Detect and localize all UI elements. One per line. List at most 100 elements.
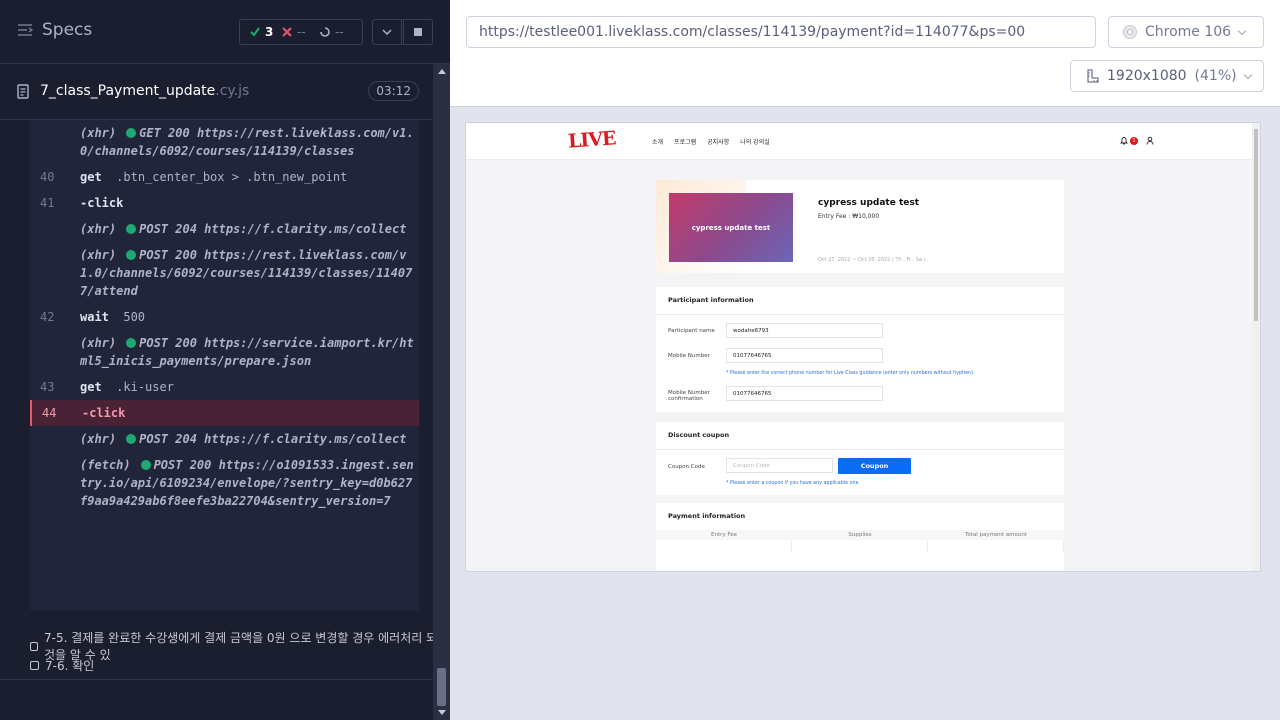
request-type: (xhr) xyxy=(80,248,117,262)
aut-header: https://testlee001.liveklass.com/classes… xyxy=(450,0,1280,107)
user-icon[interactable] xyxy=(1146,136,1154,145)
reporter-header: Specs 3 -- -- xyxy=(0,0,450,64)
ruler-icon xyxy=(1087,69,1099,83)
passed-count: 3 xyxy=(265,25,274,39)
request-type: (xhr) xyxy=(80,336,117,350)
class-date: Oct 27, 2022 ~ Oct 28, 2022 ( Th , Fr , … xyxy=(818,257,926,263)
failed-count: -- xyxy=(297,25,306,39)
command-name: -click xyxy=(80,196,124,210)
iframe-scrollbar[interactable] xyxy=(1252,123,1260,571)
command-log: (xhr) GET 200 https://rest.liveklass.com/… xyxy=(30,120,419,610)
divider xyxy=(0,679,433,680)
request-type: (xhr) xyxy=(80,126,117,140)
command-name: wait xyxy=(80,310,109,324)
checkbox-icon xyxy=(30,641,38,651)
pending-count: -- xyxy=(335,25,344,39)
stop-button[interactable] xyxy=(403,19,433,45)
command-number: 42 xyxy=(40,310,55,324)
request-method: POST 204 xyxy=(139,222,197,236)
scroll-down-arrow-icon[interactable] xyxy=(438,710,446,715)
class-fee: Entry Fee : ₩10,000 xyxy=(818,213,880,220)
command-log-row[interactable]: 42 wait 500 xyxy=(30,304,419,330)
command-number: 41 xyxy=(40,196,55,210)
mobile-confirm-label: Mobile Number confirmation xyxy=(668,390,710,402)
mobile-number-label: Mobile Number xyxy=(668,353,710,359)
command-log-network-row[interactable]: (fetch) POST 200 https://o1091533.ingest.… xyxy=(30,452,419,514)
column-entry-fee: Entry Fee xyxy=(710,532,737,538)
spec-file-header: 7_class_Payment_update.cy.js 03:12 xyxy=(0,64,433,120)
participant-section: Participant information Participant name… xyxy=(656,287,1064,412)
command-number: 40 xyxy=(40,170,55,184)
coupon-button[interactable]: Coupon xyxy=(838,458,911,474)
status-dot-icon xyxy=(126,338,137,348)
request-url: https://f.clarity.ms/collect xyxy=(204,222,407,236)
command-log-network-row[interactable]: (xhr) POST 200 https://rest.liveklass.com… xyxy=(30,242,419,304)
scrollbar-thumb[interactable] xyxy=(437,668,446,706)
command-log-row[interactable]: 41 -click xyxy=(30,190,419,216)
chevron-down-icon xyxy=(1243,70,1252,79)
request-type: (xhr) xyxy=(80,222,117,236)
nav-link-programs[interactable]: 프로그램 xyxy=(674,137,696,146)
command-name: -click xyxy=(82,406,126,420)
participant-name-input[interactable]: wodahe6793 xyxy=(726,323,883,338)
passed-stat: 3 xyxy=(240,20,282,44)
command-log-network-row[interactable]: (xhr) POST 204 https://f.clarity.ms/colle… xyxy=(30,216,419,242)
document-icon xyxy=(17,84,29,99)
command-log-network-row[interactable]: (xhr) POST 200 https://service.iamport.kr… xyxy=(30,330,419,374)
divider xyxy=(656,449,1064,450)
class-title: cypress update test xyxy=(818,198,920,208)
browser-selector[interactable]: Chrome 106 xyxy=(1108,16,1264,48)
site-logo[interactable]: LIVE xyxy=(567,127,616,152)
nav-link-notices[interactable]: 공지사항 xyxy=(707,137,729,146)
payment-section: Payment information Entry Fee Supplies T… xyxy=(656,503,1064,571)
request-method: POST 204 xyxy=(139,432,197,446)
cypress-reporter: Specs 3 -- -- 7_class_Payment_update.cy.… xyxy=(0,0,450,720)
spec-file-basename: 7_class_Payment_update xyxy=(40,83,216,99)
url-bar[interactable]: https://testlee001.liveklass.com/classes… xyxy=(466,16,1096,48)
divider xyxy=(656,314,1064,315)
command-number: 43 xyxy=(40,380,55,394)
coupon-code-input[interactable]: Coupon Code xyxy=(726,458,833,473)
command-log-row[interactable]: 43 get .ki-user xyxy=(30,374,419,400)
section-title: Participant information xyxy=(668,296,754,304)
cell-entry-fee xyxy=(656,540,792,552)
request-type: (xhr) xyxy=(80,432,117,446)
payment-table-header: Entry Fee Supplies Total payment amount xyxy=(656,530,1064,540)
coupon-code-label: Coupon Code xyxy=(668,464,705,470)
section-title: Payment information xyxy=(668,512,746,520)
checkbox-icon xyxy=(30,661,39,670)
command-log-row[interactable]: 40 get .btn_center_box > .btn_new_point xyxy=(30,164,419,190)
spec-file-name[interactable]: 7_class_Payment_update.cy.js xyxy=(40,83,249,99)
thumbnail-text: cypress update test xyxy=(691,223,771,232)
nav-link-my-classroom[interactable]: 나의 강의실 xyxy=(740,137,770,146)
specs-toggle[interactable]: Specs xyxy=(17,20,92,40)
chrome-icon xyxy=(1123,25,1137,39)
scroll-up-arrow-icon[interactable] xyxy=(438,69,446,74)
test-item-7-6[interactable]: 7-6. 확인 xyxy=(30,657,94,674)
cell-supplies xyxy=(792,540,928,552)
scrollbar-thumb[interactable] xyxy=(1254,129,1258,321)
request-method: POST 200 xyxy=(153,458,212,472)
stop-icon xyxy=(414,28,422,36)
command-number: 44 xyxy=(42,406,57,420)
options-dropdown-button[interactable] xyxy=(372,19,402,45)
command-log-network-row[interactable]: (xhr) GET 200 https://rest.liveklass.com/… xyxy=(30,120,419,164)
cell-total xyxy=(928,540,1064,552)
command-log-row[interactable]: 44 -click xyxy=(30,400,419,426)
request-method: POST 200 xyxy=(139,248,197,262)
app-under-test-panel: https://testlee001.liveklass.com/classes… xyxy=(450,0,1280,720)
nav-link-about[interactable]: 소개 xyxy=(652,137,663,146)
command-log-network-row[interactable]: (xhr) POST 204 https://f.clarity.ms/colle… xyxy=(30,426,419,452)
reporter-scrollbar[interactable] xyxy=(433,64,450,720)
bell-icon[interactable] xyxy=(1120,136,1128,145)
browser-name: Chrome 106 xyxy=(1145,24,1232,40)
viewport-info[interactable]: 1920x1080 (41%) xyxy=(1070,60,1264,92)
site-nav-actions: 1 xyxy=(1120,136,1154,145)
test-title: 7-5. 결제를 완료한 수강생에게 결제 금액을 0원 으로 변경할 경우 에… xyxy=(43,631,449,662)
column-total: Total payment amount xyxy=(964,532,1028,538)
failed-stat: -- xyxy=(282,20,320,44)
section-title: Discount coupon xyxy=(668,431,730,439)
mobile-number-input[interactable]: 01077646765 xyxy=(726,348,883,363)
x-icon xyxy=(282,27,292,37)
mobile-confirm-input[interactable]: 01077646765 xyxy=(726,386,883,401)
